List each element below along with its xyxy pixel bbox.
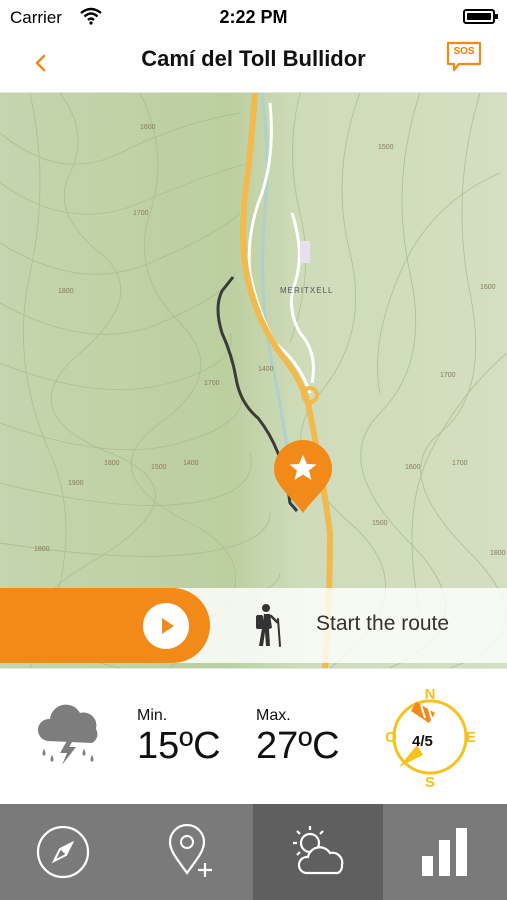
tab-stats[interactable] [383, 804, 507, 900]
tab-add-location[interactable] [126, 804, 253, 900]
min-temp-value: 15ºC [137, 725, 221, 767]
svg-text:1400: 1400 [183, 460, 199, 467]
start-route-label[interactable]: Start the route [316, 612, 449, 636]
add-location-icon [168, 823, 212, 877]
tab-weather[interactable] [253, 804, 383, 900]
svg-text:1500: 1500 [151, 464, 167, 471]
svg-text:1800: 1800 [490, 550, 506, 557]
stats-icon [422, 828, 467, 876]
hiker-icon [250, 602, 286, 648]
svg-text:1800: 1800 [104, 460, 120, 467]
max-temp-label: Max. [256, 707, 291, 724]
clock-label: 2:22 PM [219, 7, 288, 27]
tab-bar [0, 804, 507, 900]
storm-cloud-icon [34, 701, 104, 769]
navigation-bar: Camí del Toll Bullidor SOS [0, 36, 507, 93]
svg-text:1400: 1400 [258, 366, 274, 373]
play-button[interactable] [143, 603, 189, 649]
svg-text:1700: 1700 [133, 210, 149, 217]
max-temp-value: 27ºC [256, 725, 340, 767]
compass-south: S [425, 774, 435, 791]
building [300, 241, 310, 263]
compass-icon [36, 825, 90, 879]
svg-text:1900: 1900 [68, 480, 84, 487]
svg-text:1800: 1800 [58, 288, 74, 295]
compass-east: E [466, 729, 476, 746]
wind-value: 4/5 [412, 733, 433, 750]
compass-north: N [425, 686, 436, 703]
place-label: MERITXELL [280, 286, 333, 295]
compass-west: O [385, 729, 397, 746]
tab-compass[interactable] [0, 804, 126, 900]
chevron-left-icon [35, 54, 46, 72]
svg-text:1600: 1600 [480, 284, 496, 291]
svg-text:1500: 1500 [372, 520, 388, 527]
map-canvas[interactable]: MERITXELL 1600 1700 1800 1500 1400 1700 … [0, 93, 507, 668]
weather-icon [293, 826, 344, 875]
svg-text:1600: 1600 [140, 124, 156, 131]
route-map[interactable]: MERITXELL 1600 1700 1800 1500 1400 1700 … [0, 93, 507, 668]
start-route-bar: Start the route [0, 588, 507, 663]
page-title: Camí del Toll Bullidor [141, 46, 366, 71]
svg-text:1800: 1800 [34, 546, 50, 553]
weather-panel: Min. 15ºC Max. 27ºC N E S O 4/5 [0, 668, 507, 805]
svg-text:1500: 1500 [378, 144, 394, 151]
svg-text:1700: 1700 [452, 460, 468, 467]
battery-icon [463, 9, 498, 24]
sos-label: SOS [453, 46, 475, 57]
svg-text:1700: 1700 [440, 372, 456, 379]
svg-text:1600: 1600 [405, 464, 421, 471]
svg-text:1700: 1700 [204, 380, 220, 387]
play-icon [162, 618, 174, 634]
back-button[interactable] [28, 46, 58, 80]
min-temp-label: Min. [137, 707, 168, 724]
status-bar: Carrier 2:22 PM [0, 0, 507, 36]
